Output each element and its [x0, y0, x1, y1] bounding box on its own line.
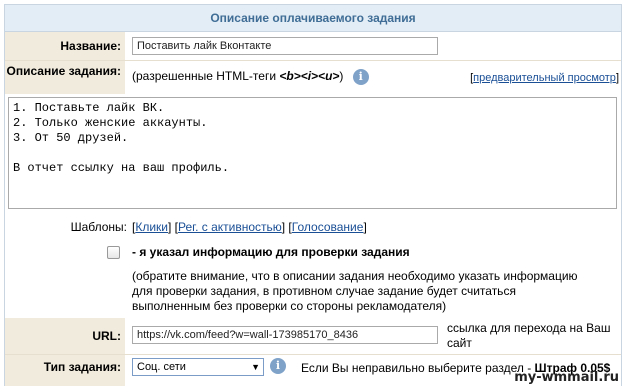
- url-row: URL: ссылка для перехода на Ваш сайт: [5, 318, 621, 354]
- preview-link-wrap: [предварительный просмотр]: [470, 72, 619, 84]
- name-row: Название:: [5, 32, 621, 60]
- template-link-reg-activity[interactable]: Рег. с активностью: [178, 220, 282, 234]
- url-label: URL:: [5, 318, 125, 354]
- confirm-label: - я указал информацию для проверки задан…: [132, 245, 410, 259]
- confirm-checkbox[interactable]: [107, 246, 120, 259]
- task-type-label-text: Тип задания:: [43, 360, 121, 374]
- task-type-selected: Соц. сети: [137, 361, 186, 373]
- name-label-text: Название:: [60, 39, 121, 53]
- templates-row: Шаблоны: [Клики] [Рег. с активностью] [Г…: [5, 216, 621, 238]
- watermark: my-wmmail.ru: [514, 370, 619, 385]
- task-type-row: Тип задания: Соц. сети ▼ i Если Вы непра…: [5, 355, 621, 386]
- url-label-text: URL:: [92, 329, 121, 343]
- info-icon[interactable]: i: [352, 69, 369, 85]
- chevron-down-icon: ▼: [251, 362, 260, 372]
- url-hint: ссылка для перехода на Ваш сайт: [447, 321, 611, 350]
- description-textarea[interactable]: 1. Поставьте лайк ВК. 2. Только женские …: [8, 97, 617, 209]
- template-link-voting[interactable]: Голосование: [292, 220, 364, 234]
- allowed-tags-note: (разрешенные HTML-теги <b><i><u>) i: [132, 69, 369, 85]
- description-label: Описание задания:: [5, 61, 125, 94]
- allowed-tags: <b><i><u>: [279, 69, 340, 84]
- allowed-tags-prefix: (разрешенные HTML-теги: [132, 69, 280, 84]
- templates-label: Шаблоны:: [70, 220, 127, 234]
- task-type-label: Тип задания:: [5, 355, 125, 386]
- form-title: Описание оплачиваемого задания: [210, 11, 416, 25]
- url-input[interactable]: [132, 326, 438, 344]
- warning-prefix: Если Вы неправильно выберите раздел -: [301, 361, 535, 375]
- info-icon[interactable]: i: [270, 358, 286, 374]
- confirm-note: (обратите внимание, что в описании задан…: [132, 269, 578, 313]
- template-link-clicks[interactable]: Клики: [135, 220, 168, 234]
- templates-list: [Клики] [Рег. с активностью] [Голосовани…: [132, 220, 367, 234]
- task-name-input[interactable]: [132, 37, 438, 55]
- allowed-tags-suffix: ): [339, 69, 344, 84]
- description-label-text: Описание задания:: [6, 64, 121, 78]
- confirm-row: - я указал информацию для проверки задан…: [5, 240, 621, 314]
- preview-link[interactable]: предварительный просмотр: [473, 72, 616, 84]
- description-row: Описание задания: (разрешенные HTML-теги…: [5, 61, 621, 94]
- name-label: Название:: [5, 32, 125, 60]
- preview-bracket-right: ]: [615, 72, 619, 84]
- form-header: Описание оплачиваемого задания: [5, 5, 621, 32]
- task-type-select[interactable]: Соц. сети ▼: [132, 358, 264, 376]
